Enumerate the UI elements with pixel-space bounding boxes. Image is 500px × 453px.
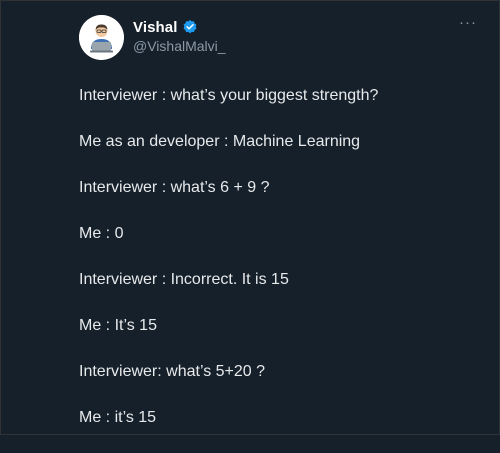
tweet-header: Vishal @VishalMalvi_ ··· — [79, 13, 479, 65]
author-name[interactable]: Vishal — [133, 19, 178, 36]
tweet-line: Me as an developer : Machine Learning — [79, 133, 361, 150]
more-options-icon[interactable]: ··· — [457, 13, 479, 33]
tweet-card: Vishal @VishalMalvi_ ··· Interviewer : w… — [0, 0, 500, 435]
tweet-line: Me : It’s 15 — [79, 317, 157, 334]
tweet-line: Interviewer : what’s 6 + 9 ? — [79, 179, 270, 196]
tweet-line: Interviewer: what’s 5+20 ? — [79, 363, 266, 380]
avatar[interactable] — [79, 15, 124, 60]
author-name-line: Vishal — [133, 17, 198, 37]
tweet-line: Me : it’s 15 — [79, 409, 157, 426]
tweet-line: Me : 0 — [79, 225, 124, 242]
tweet-line: Interviewer : Incorrect. It is 15 — [79, 271, 289, 288]
tweet-line: Interviewer : what’s your biggest streng… — [79, 87, 379, 104]
verified-badge-icon — [182, 19, 198, 35]
developer-avatar-icon — [79, 15, 124, 60]
author-handle[interactable]: @VishalMalvi_ — [133, 38, 226, 54]
tweet-text: Interviewer : what’s your biggest streng… — [79, 85, 479, 453]
